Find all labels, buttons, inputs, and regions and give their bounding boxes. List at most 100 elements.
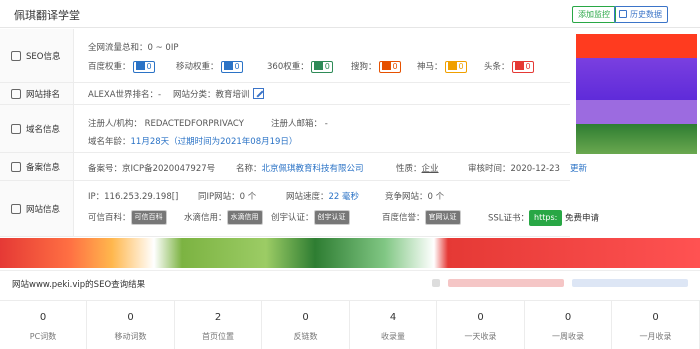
weight-badge[interactable]: 0	[378, 60, 401, 73]
stat-value: 0	[652, 312, 659, 323]
ad-banner[interactable]	[0, 238, 700, 268]
registrant: 注册人/机构： REDACTEDFORPRIVACY	[88, 119, 244, 129]
stat-label: 收录量	[381, 332, 405, 341]
weight-icon	[223, 61, 233, 70]
stat-label: 一周收录	[552, 332, 584, 341]
stat-label: PC词数	[29, 332, 57, 341]
icp-review: 审核时间：2020-12-23	[468, 164, 560, 174]
update-link[interactable]: 更新	[570, 162, 587, 174]
seo-weight-item: 360权重： 0	[267, 60, 333, 73]
competitor-sites: 竞争网站：0 个	[385, 192, 445, 202]
stat-value: 4	[389, 312, 397, 323]
header-bar: 佩琪翻译学堂 添加监控 历史数据	[0, 0, 700, 28]
seo-weight-item: 移动权重： 0	[176, 60, 243, 73]
record-icon	[11, 161, 21, 172]
weight-icon	[381, 61, 391, 70]
site-info-row: 网站信息 IP：116.253.29.198[] 同IP网站：0 个 网站速度：…	[0, 181, 570, 237]
ssl-info: SSL证书： https: 免费申请	[488, 210, 599, 226]
site-info-label: 网站信息	[0, 181, 74, 236]
credit-item: 创宇认证： 创宇认证	[271, 210, 350, 225]
stat-value: 2	[214, 312, 222, 323]
calendar-icon	[619, 10, 627, 18]
stat-cell: 0 PC词数	[0, 301, 87, 349]
traffic-total: 全网流量总和：0 ~ 0IP	[88, 43, 179, 53]
credit-item: 百度信誉： 官网认证	[382, 210, 461, 225]
ip-address: IP：116.253.29.198[]	[88, 192, 179, 202]
seo-info-label: SEO信息	[0, 29, 74, 82]
weight-badge[interactable]: 0	[444, 60, 467, 73]
stat-value: 0	[564, 312, 572, 323]
seo-stats: 0 PC词数 0 移动词数 2 首页位置 0 反链数 4 收录量 0 一天收录 0 一周收录 0 一月收录	[0, 300, 700, 349]
stat-label: 一天收录	[464, 332, 497, 341]
seo-weight-item: 搜狗： 0	[351, 60, 401, 73]
registrant-email: 注册人邮箱： -	[271, 119, 328, 129]
seo-icon	[11, 50, 21, 61]
ssl-apply-link[interactable]: 免费申请	[565, 214, 599, 224]
alexa-rank: ALEXA世界排名：-	[88, 90, 162, 100]
stat-value: 0	[302, 312, 309, 323]
blurred-text	[448, 279, 564, 287]
seo-weight-item: 头条： 0	[484, 60, 534, 73]
weight-badge[interactable]: 0	[310, 60, 333, 73]
weight-icon	[514, 61, 524, 70]
site-thumbnail	[576, 34, 697, 154]
ssl-badge: https:	[529, 210, 563, 226]
stat-cell: 0 反链数	[263, 301, 350, 349]
credit-item: 可信百科： 可信百科	[88, 210, 167, 225]
domain-label: 域名信息	[0, 105, 74, 152]
stat-value: 0	[127, 312, 134, 323]
domain-row: 域名信息 注册人/机构： REDACTEDFORPRIVACY 注册人邮箱： -…	[0, 105, 570, 153]
seo-weight-item: 神马： 0	[417, 60, 467, 73]
icp-name: 名称：北京佩琪教育科技有限公司	[236, 164, 364, 174]
stat-cell: 4 收录量	[350, 301, 437, 349]
icp-name-link[interactable]: 北京佩琪教育科技有限公司	[262, 164, 364, 174]
rank-icon	[11, 88, 21, 99]
domain-age: 域名年龄：11月28天（过期时间为2021年08月19日）	[88, 137, 298, 147]
stat-cell: 0 一周收录	[525, 301, 612, 349]
credit-item: 水滴信用： 水滴信用	[184, 210, 263, 225]
stat-label: 首页位置	[202, 332, 234, 341]
stat-cell: 2 首页位置	[175, 301, 262, 349]
stat-label: 移动词数	[114, 332, 147, 341]
rank-label: 网站排名	[0, 83, 74, 104]
globe-icon	[11, 123, 21, 134]
weight-icon	[447, 61, 457, 70]
weight-badge[interactable]: 0	[220, 60, 243, 73]
credit-badge[interactable]: 水滴信用	[226, 210, 263, 225]
icp-label: 备案信息	[0, 153, 74, 180]
stat-label: 一月收录	[639, 332, 672, 341]
blurred-text	[432, 279, 440, 287]
credit-badge[interactable]: 创宇认证	[313, 210, 350, 225]
history-data-button[interactable]: 历史数据	[614, 6, 668, 23]
weight-icon	[135, 61, 145, 70]
add-monitor-button[interactable]: 添加监控	[572, 6, 616, 23]
blurred-text	[572, 279, 688, 287]
rank-row: 网站排名 ALEXA世界排名：- 网站分类：教育培训	[0, 83, 570, 105]
site-title: 佩琪翻译学堂	[14, 9, 80, 22]
stat-label: 反链数	[293, 332, 318, 341]
domain-age-value: 11月28天（过期时间为2021年08月19日）	[130, 137, 298, 147]
stat-value: 0	[477, 312, 484, 323]
credit-badge[interactable]: 可信百科	[130, 210, 167, 225]
weight-badge[interactable]: 0	[511, 60, 534, 73]
seo-query-title: 网站www.peki.vip的SEO查询结果	[12, 280, 146, 290]
same-ip-sites: 同IP网站：0 个	[198, 192, 257, 202]
site-speed: 网站速度：22 毫秒	[286, 192, 360, 202]
icp-row: 备案信息 备案号：京ICP备2020047927号 名称：北京佩琪教育科技有限公…	[0, 153, 587, 181]
seo-info-row: SEO信息 全网流量总和：0 ~ 0IP 百度权重： 0 移动权重： 0 360权重： 0…	[0, 29, 570, 83]
stat-cell: 0 一天收录	[438, 301, 525, 349]
weight-badge[interactable]: 0	[132, 60, 155, 73]
info-icon	[11, 203, 21, 214]
history-data-label: 历史数据	[630, 10, 662, 19]
stat-cell: 0 移动词数	[88, 301, 175, 349]
site-category-value: 教育培训	[215, 90, 250, 100]
site-category: 网站分类：教育培训	[173, 88, 264, 100]
stat-value: 0	[39, 312, 47, 323]
credit-badge[interactable]: 官网认证	[424, 210, 461, 225]
icp-record: 备案号：京ICP备2020047927号	[88, 164, 216, 174]
edit-icon[interactable]	[252, 88, 264, 99]
icp-nature: 性质：企业	[396, 164, 439, 174]
stat-cell: 0 一月收录	[613, 301, 700, 349]
weight-icon	[313, 61, 323, 70]
divider	[0, 270, 700, 271]
